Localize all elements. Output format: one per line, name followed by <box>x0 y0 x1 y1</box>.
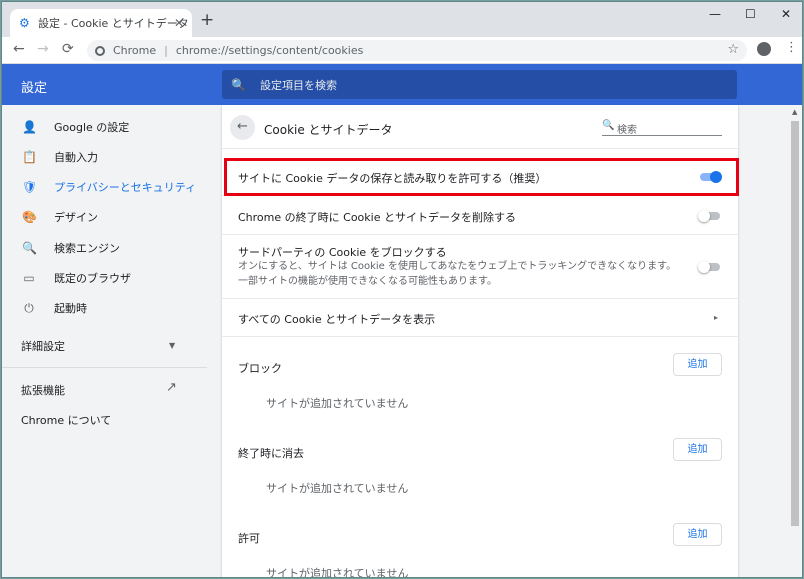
browser-icon: ▭ <box>23 271 35 285</box>
subpage-search-input[interactable]: 🔍 検索 <box>602 120 722 136</box>
browser-window: ⚙ 設定 - Cookie とサイトデータ ✕ + — ☐ ✕ ← → ⟳ Ch… <box>1 1 803 578</box>
chevron-right-icon: ▸ <box>713 313 718 322</box>
row-label: Chrome の終了時に Cookie とサイトデータを削除する <box>238 211 516 224</box>
add-block-button[interactable]: 追加 <box>673 353 722 376</box>
menu-icon[interactable]: ⋮ <box>785 41 798 55</box>
reload-button[interactable]: ⟳ <box>62 41 74 57</box>
block-third-party-toggle[interactable] <box>698 261 722 273</box>
person-icon: 👤 <box>22 120 37 134</box>
sidebar-item-label: 起動時 <box>54 302 87 315</box>
section-clear-on-exit-label: 終了時に消去 <box>238 447 304 460</box>
new-tab-button[interactable]: + <box>200 12 214 29</box>
tab-settings[interactable]: ⚙ 設定 - Cookie とサイトデータ ✕ <box>10 9 192 37</box>
section-clear-on-exit-empty: サイトが追加されていません <box>266 482 409 495</box>
gear-icon: ⚙ <box>19 16 30 30</box>
add-clear-on-exit-button[interactable]: 追加 <box>673 438 722 461</box>
highlight-box <box>224 158 739 196</box>
page-title: 設定 <box>21 81 48 96</box>
see-all-cookies-row[interactable]: すべての Cookie とサイトデータを表示 ▸ <box>222 299 738 337</box>
chevron-down-icon[interactable]: ▼ <box>169 341 175 350</box>
url-separator: | <box>164 44 168 57</box>
settings-search-input[interactable]: 🔍 設定項目を検索 <box>222 70 737 99</box>
sidebar-item-privacy[interactable]: 🛡 プライバシーとセキュリティ <box>2 172 207 202</box>
search-icon: 🔍 <box>602 120 615 131</box>
clear-on-exit-row[interactable]: Chrome の終了時に Cookie とサイトデータを削除する <box>222 196 738 235</box>
section-block-empty: サイトが追加されていません <box>266 397 409 410</box>
add-allow-button[interactable]: 追加 <box>673 523 722 546</box>
tab-title: 設定 - Cookie とサイトデータ <box>38 17 189 30</box>
browser-toolbar: ← → ⟳ Chrome | chrome://settings/content… <box>2 37 802 64</box>
url-text[interactable]: chrome://settings/content/cookies <box>176 44 363 57</box>
scroll-up-icon[interactable]: ▲ <box>792 108 797 116</box>
sidebar-item-extensions[interactable]: 拡張機能 <box>21 382 65 398</box>
search-placeholder: 設定項目を検索 <box>259 78 337 92</box>
sidebar-item-label: デザイン <box>54 211 98 224</box>
search-placeholder: 検索 <box>617 125 637 136</box>
sidebar-divider <box>2 367 207 368</box>
chrome-icon <box>95 45 105 56</box>
clear-on-exit-toggle[interactable] <box>698 210 722 222</box>
sidebar-item-search-engine[interactable]: 🔍 検索エンジン <box>2 233 207 263</box>
sidebar-item-google[interactable]: 👤 Google の設定 <box>2 112 207 142</box>
external-link-icon[interactable]: ↗ <box>166 380 177 395</box>
close-tab-icon[interactable]: ✕ <box>174 16 184 30</box>
minimize-button[interactable]: — <box>709 7 721 21</box>
row-label: すべての Cookie とサイトデータを表示 <box>238 313 436 326</box>
power-icon: ⏻ <box>24 300 34 315</box>
sidebar-item-appearance[interactable]: 🎨 デザイン <box>2 202 207 232</box>
bookmark-star-icon[interactable]: ☆ <box>727 42 739 57</box>
settings-header: 設定 🔍 設定項目を検索 <box>2 64 802 105</box>
sidebar-item-label: Google の設定 <box>54 121 130 134</box>
site-label: Chrome <box>113 44 157 57</box>
section-allow-label: 許可 <box>238 532 260 545</box>
subpage-title: Cookie とサイトデータ <box>264 123 393 137</box>
sidebar: 👤 Google の設定 📋 自動入力 🛡 プライバシーとセキュリティ 🎨 デザ… <box>2 105 207 577</box>
block-third-party-row[interactable]: サードパーティの Cookie をブロックする オンにすると、サイトは Cook… <box>222 235 738 299</box>
scrollbar[interactable]: ▲ <box>788 105 802 577</box>
row-sublabel: オンにすると、サイトは Cookie を使用してあなたをウェブ上でトラッキングで… <box>238 261 677 287</box>
sidebar-item-on-startup[interactable]: ⏻ 起動時 <box>2 293 207 323</box>
shield-icon: 🛡 <box>22 180 38 194</box>
search-icon: 🔍 <box>231 77 246 92</box>
sidebar-item-about[interactable]: Chrome について <box>21 412 111 428</box>
sidebar-item-label: 自動入力 <box>54 151 98 164</box>
scroll-thumb[interactable] <box>791 121 799 526</box>
close-window-button[interactable]: ✕ <box>781 7 791 21</box>
section-allow-empty: サイトが追加されていません <box>266 567 409 578</box>
sidebar-item-label: 既定のブラウザ <box>54 272 131 285</box>
sidebar-item-label: プライバシーとセキュリティ <box>54 181 197 194</box>
sidebar-item-label: 検索エンジン <box>54 242 120 255</box>
palette-icon: 🎨 <box>22 210 37 224</box>
search-icon: 🔍 <box>22 241 37 255</box>
forward-button[interactable]: → <box>37 41 49 57</box>
section-block-label: ブロック <box>238 362 282 375</box>
profile-avatar-icon[interactable] <box>757 42 771 56</box>
tab-strip: ⚙ 設定 - Cookie とサイトデータ ✕ + — ☐ ✕ <box>2 2 802 37</box>
sidebar-item-autofill[interactable]: 📋 自動入力 <box>2 142 207 172</box>
address-bar[interactable]: Chrome | chrome://settings/content/cooki… <box>87 40 747 61</box>
sidebar-item-default-browser[interactable]: ▭ 既定のブラウザ <box>2 263 207 293</box>
maximize-button[interactable]: ☐ <box>745 7 756 21</box>
subpage-header: ← Cookie とサイトデータ 🔍 検索 <box>222 105 738 149</box>
clipboard-icon: 📋 <box>22 150 37 164</box>
row-label: サードパーティの Cookie をブロックする <box>238 246 447 259</box>
sidebar-item-advanced[interactable]: 詳細設定 <box>21 338 65 354</box>
back-arrow-button[interactable]: ← <box>230 115 255 140</box>
back-button[interactable]: ← <box>13 41 25 57</box>
